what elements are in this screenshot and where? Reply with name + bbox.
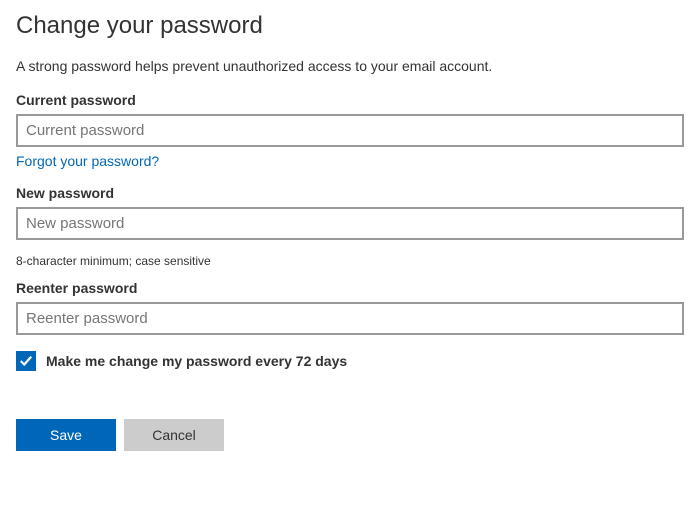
button-row: Save Cancel (16, 419, 684, 451)
new-password-label: New password (16, 185, 684, 201)
check-icon (19, 354, 33, 368)
new-password-input[interactable] (16, 207, 684, 240)
reenter-password-group: Reenter password (16, 280, 684, 335)
expire-checkbox-row[interactable]: Make me change my password every 72 days (16, 351, 684, 371)
description-text: A strong password helps prevent unauthor… (16, 58, 684, 74)
forgot-password-link[interactable]: Forgot your password? (16, 153, 159, 169)
new-password-group: New password (16, 185, 684, 240)
expire-checkbox[interactable] (16, 351, 36, 371)
current-password-input[interactable] (16, 114, 684, 147)
cancel-button[interactable]: Cancel (124, 419, 224, 451)
reenter-password-input[interactable] (16, 302, 684, 335)
reenter-password-label: Reenter password (16, 280, 684, 296)
password-hint: 8-character minimum; case sensitive (16, 254, 684, 268)
page-title: Change your password (16, 12, 684, 40)
save-button[interactable]: Save (16, 419, 116, 451)
expire-checkbox-label: Make me change my password every 72 days (46, 353, 347, 369)
current-password-label: Current password (16, 92, 684, 108)
current-password-group: Current password Forgot your password? (16, 92, 684, 171)
